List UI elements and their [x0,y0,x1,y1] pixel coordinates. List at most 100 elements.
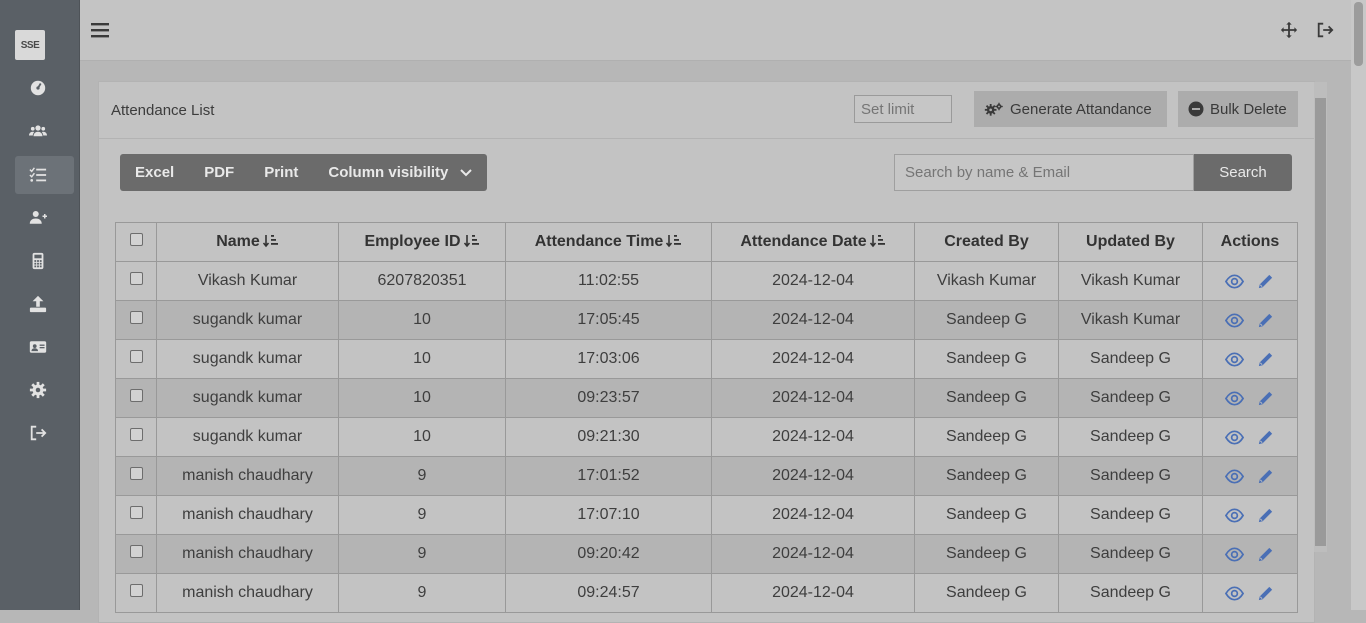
cell-created-by: Sandeep G [914,339,1059,379]
cell-updated-by: Vikash Kumar [1058,300,1203,340]
row-select-cell[interactable] [115,417,157,457]
cell-attendance-date: 2024-12-04 [711,534,915,574]
sidebar-item-attendance[interactable] [15,156,74,194]
cell-actions [1202,456,1298,496]
column-visibility-button[interactable]: Column visibility [313,154,487,191]
row-checkbox[interactable] [129,545,143,558]
header-attendance-date-label: Attendance Date [740,233,867,250]
sidebar-item-dashboard[interactable] [15,69,74,107]
cell-attendance-time: 09:23:57 [505,378,712,418]
move-arrows-icon[interactable] [1280,21,1298,39]
header-name[interactable]: Name [156,222,339,262]
eye-icon[interactable] [1225,467,1244,486]
app-logo[interactable]: SSE [15,30,45,60]
sidebar-item-add-user[interactable] [15,198,74,236]
cell-employee-id: 9 [338,456,506,496]
minus-circle-icon [1188,101,1204,117]
cell-name: manish chaudhary [156,573,339,613]
eye-icon[interactable] [1225,311,1244,330]
header-attendance-date[interactable]: Attendance Date [711,222,915,262]
generate-attendance-button[interactable]: Generate Attandance [974,91,1167,127]
row-select-cell[interactable] [115,378,157,418]
logout-icon [30,425,47,441]
table-row: sugandk kumar 10 09:23:57 2024-12-04 Sandeep… [115,378,1298,418]
print-label: Print [264,164,299,181]
scrollbar-thumb[interactable] [1354,2,1363,66]
row-checkbox[interactable] [129,584,143,597]
row-select-cell[interactable] [115,456,157,496]
users-icon [29,125,47,137]
row-select-cell[interactable] [115,495,157,535]
sidebar-item-logout[interactable] [15,414,74,452]
print-button[interactable]: Print [249,154,313,191]
sort-icon [666,235,682,248]
cell-actions [1202,495,1298,535]
header-employee-id[interactable]: Employee ID [338,222,506,262]
eye-icon[interactable] [1225,428,1244,447]
row-checkbox[interactable] [129,467,143,480]
cell-created-by: Vikash Kumar [914,261,1059,301]
bulk-delete-button[interactable]: Bulk Delete [1178,91,1298,127]
cell-name: sugandk kumar [156,378,339,418]
eye-icon[interactable] [1225,272,1244,291]
cell-attendance-time: 09:21:30 [505,417,712,457]
row-checkbox[interactable] [129,350,143,363]
pencil-icon[interactable] [1256,272,1275,291]
eye-icon[interactable] [1225,389,1244,408]
hamburger-menu-icon[interactable] [90,20,110,40]
eye-icon[interactable] [1225,506,1244,525]
row-actions [1203,428,1297,447]
pencil-icon[interactable] [1256,428,1275,447]
pencil-icon[interactable] [1256,350,1275,369]
select-all-checkbox[interactable] [129,233,143,246]
eye-icon[interactable] [1225,545,1244,564]
cell-actions [1202,339,1298,379]
row-select-cell[interactable] [115,339,157,379]
eye-icon[interactable] [1225,584,1244,603]
set-limit-input[interactable] [854,95,952,123]
sidebar-item-id-card[interactable] [15,328,74,366]
pencil-icon[interactable] [1256,311,1275,330]
logout-icon[interactable] [1316,21,1334,39]
pencil-icon[interactable] [1256,545,1275,564]
pencil-icon[interactable] [1256,389,1275,408]
row-select-cell[interactable] [115,573,157,613]
row-actions [1203,584,1297,603]
row-checkbox[interactable] [129,428,143,441]
cell-attendance-date: 2024-12-04 [711,339,915,379]
cell-attendance-time: 11:02:55 [505,261,712,301]
pencil-icon[interactable] [1256,506,1275,525]
card-scrollbar-thumb[interactable] [1315,98,1326,546]
select-all-header[interactable] [115,222,157,262]
eye-icon[interactable] [1225,350,1244,369]
cell-updated-by: Sandeep G [1058,534,1203,574]
cell-attendance-date: 2024-12-04 [711,378,915,418]
pdf-button[interactable]: PDF [189,154,249,191]
pencil-icon[interactable] [1256,584,1275,603]
sidebar-item-upload[interactable] [15,285,74,323]
page-scrollbar[interactable] [1351,0,1366,610]
excel-button[interactable]: Excel [120,154,189,191]
header-attendance-time[interactable]: Attendance Time [505,222,712,262]
search-button[interactable]: Search [1194,154,1292,191]
sidebar-item-users[interactable] [15,112,74,150]
header-created-by-label: Created By [944,233,1029,250]
sidebar-item-calculator[interactable] [15,242,74,280]
pencil-icon[interactable] [1256,467,1275,486]
row-select-cell[interactable] [115,534,157,574]
row-checkbox[interactable] [129,389,143,402]
search-input[interactable] [894,154,1194,191]
topbar [80,0,1351,61]
calculator-icon [32,252,44,270]
chevron-down-icon [460,168,473,176]
card-scrollbar[interactable] [1314,82,1327,552]
attendance-table: Name Employee ID Attendance Time Attenda… [115,222,1298,613]
row-checkbox[interactable] [129,506,143,519]
table-row: manish chaudhary 9 09:20:42 2024-12-04 Sande… [115,534,1298,574]
sidebar-item-settings[interactable] [15,371,74,409]
row-checkbox[interactable] [129,272,143,285]
row-checkbox[interactable] [129,311,143,324]
row-select-cell[interactable] [115,261,157,301]
row-select-cell[interactable] [115,300,157,340]
cell-created-by: Sandeep G [914,456,1059,496]
